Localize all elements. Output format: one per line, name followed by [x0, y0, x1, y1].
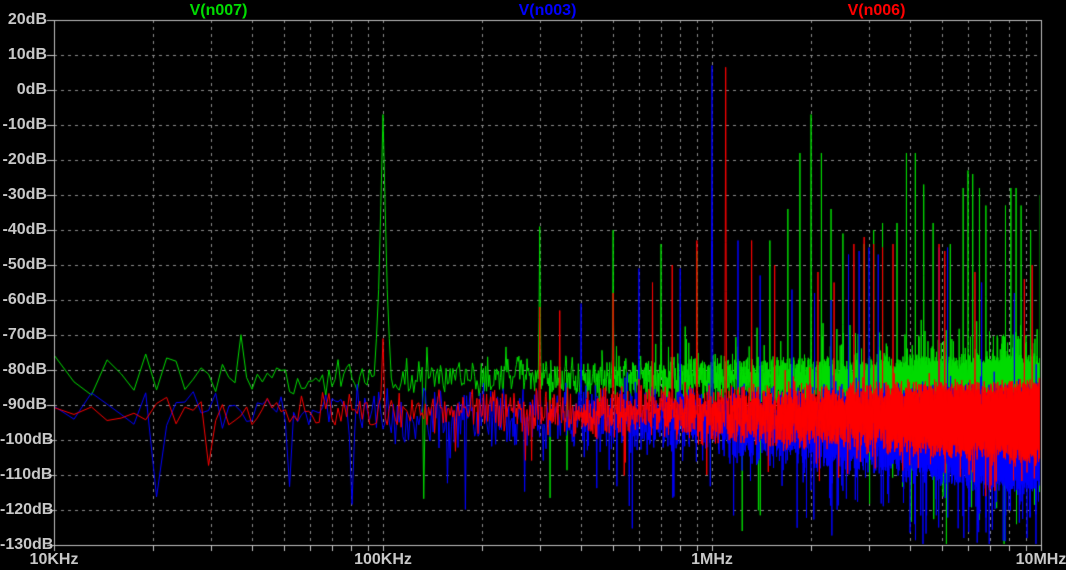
y-axis-tick-label: -90dB: [0, 396, 47, 414]
y-axis-tick-label: -120dB: [0, 501, 47, 519]
spectrum-plot-canvas[interactable]: [0, 0, 1066, 570]
y-axis-tick-label: 20dB: [0, 11, 47, 29]
legend-trace-vn003[interactable]: V(n003): [519, 3, 577, 19]
y-axis-tick-label: -100dB: [0, 431, 47, 449]
y-axis-tick-label: -70dB: [0, 326, 47, 344]
legend-trace-vn007[interactable]: V(n007): [190, 3, 248, 19]
spectrum-plot-pane: V(n007) V(n003) V(n006) 20dB 10dB 0dB -10dB…: [0, 0, 1066, 570]
y-axis-tick-label: -110dB: [0, 466, 47, 484]
y-axis-tick-label: -50dB: [0, 256, 47, 274]
y-axis-tick-label: -60dB: [0, 291, 47, 309]
y-axis-tick-label: -10dB: [0, 116, 47, 134]
x-axis-tick-label: 100KHz: [354, 551, 412, 569]
x-axis-tick-label: 10KHz: [30, 551, 79, 569]
legend-trace-vn006[interactable]: V(n006): [848, 3, 906, 19]
y-axis-tick-label: -30dB: [0, 186, 47, 204]
y-axis-tick-label: -40dB: [0, 221, 47, 239]
y-axis-tick-label: 0dB: [0, 81, 47, 99]
y-axis-tick-label: -20dB: [0, 151, 47, 169]
x-axis-tick-label: 1MHz: [691, 551, 733, 569]
y-axis-tick-label: 10dB: [0, 46, 47, 64]
y-axis-tick-label: -80dB: [0, 361, 47, 379]
x-axis-tick-label: 10MHz: [1016, 551, 1066, 569]
